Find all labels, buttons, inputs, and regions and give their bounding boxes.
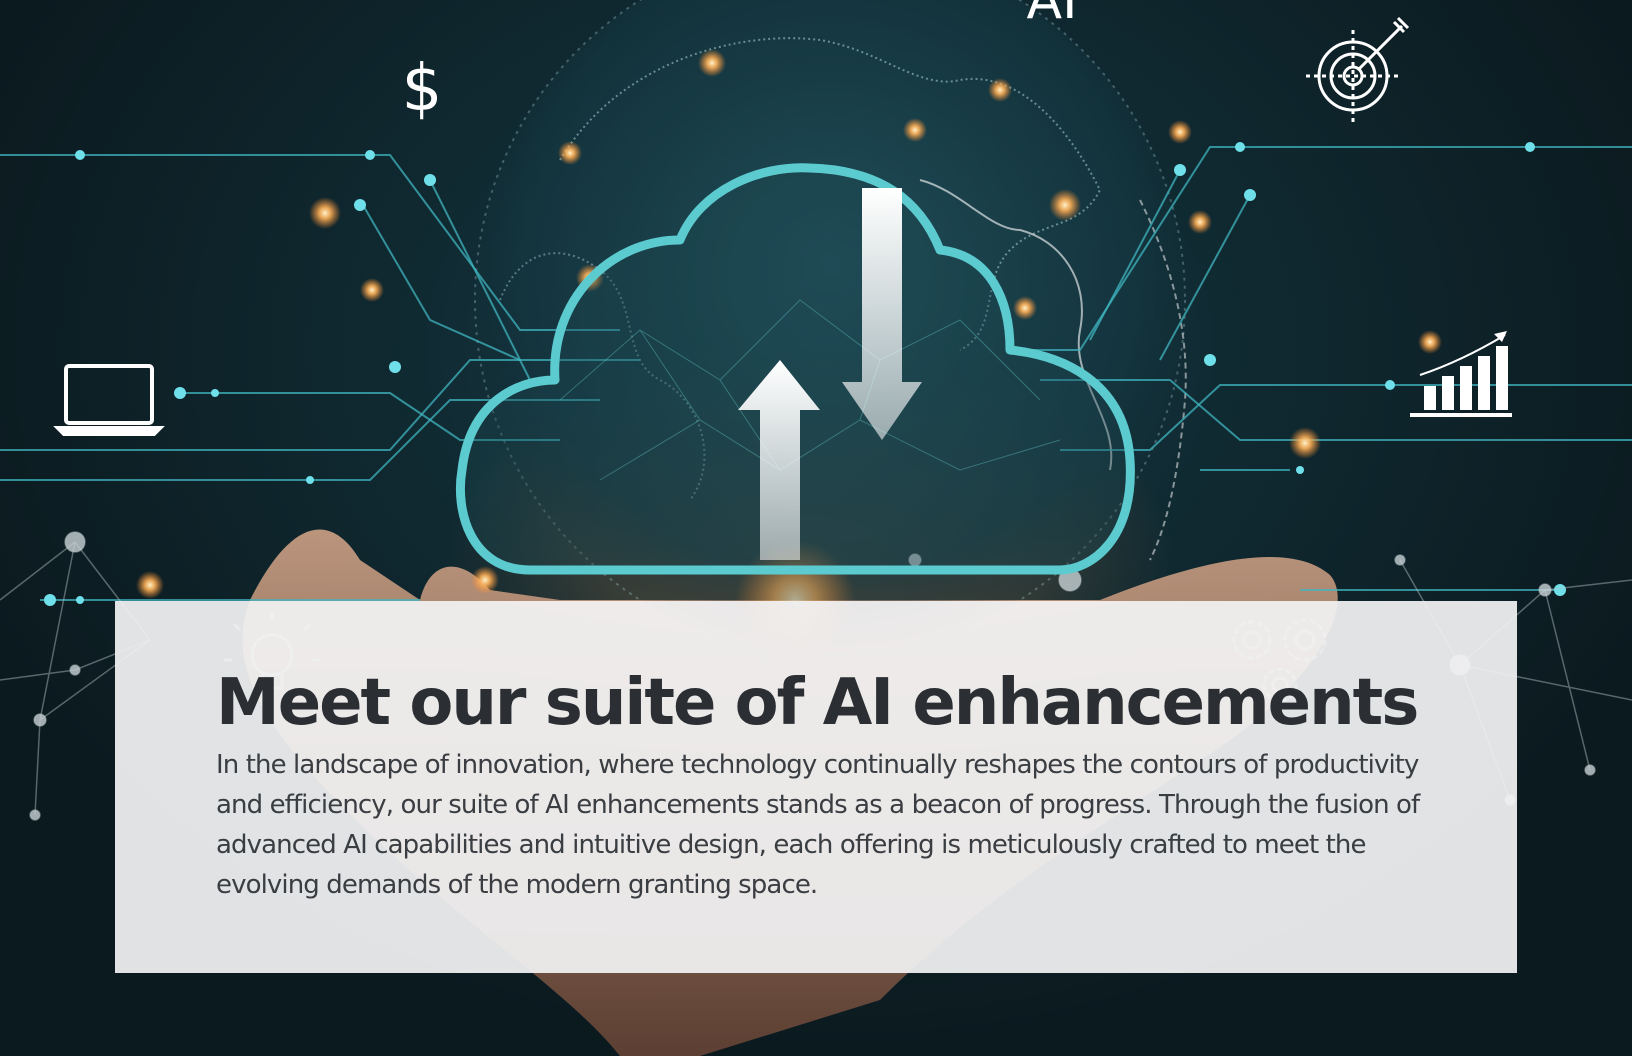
hero-section: $ AI Meet our suite of AI enhancements I… (0, 0, 1632, 1056)
intro-paragraph: In the landscape of innovation, where te… (216, 750, 1420, 900)
page-title: Meet our suite of AI enhancements (216, 666, 1419, 740)
laptop-icon (53, 364, 165, 436)
dollar-icon: $ (402, 52, 443, 126)
ai-label: AI (1027, 0, 1078, 31)
intro-card: Meet our suite of AI enhancements In the… (115, 601, 1517, 973)
target-icon (1306, 16, 1410, 122)
